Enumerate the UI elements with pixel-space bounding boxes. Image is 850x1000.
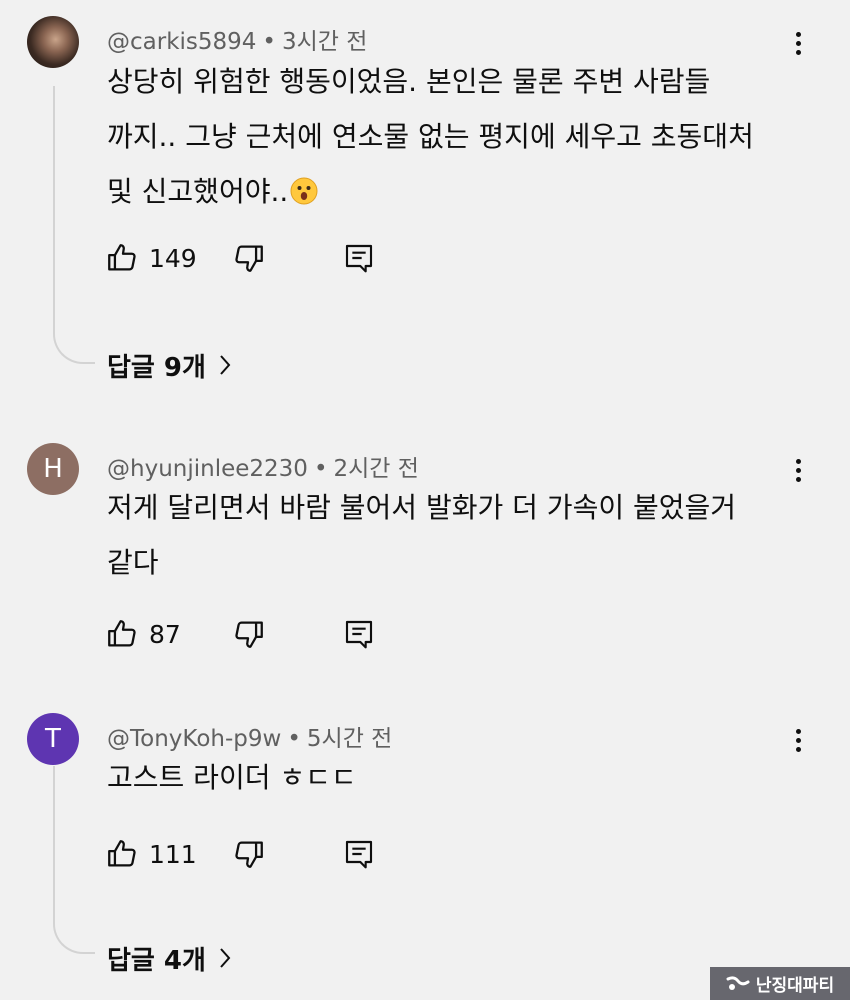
like-count: 87 bbox=[149, 619, 181, 649]
comment-text: 상당히 위험한 행동이었음. 본인은 물론 주변 사람들 까지.. 그냥 근처에… bbox=[107, 54, 797, 219]
replies-label: 답글 4개 bbox=[107, 945, 206, 976]
replies-label: 답글 9개 bbox=[107, 352, 206, 383]
reply-button[interactable] bbox=[343, 614, 375, 654]
meta-separator: • bbox=[287, 726, 301, 752]
like-count: 149 bbox=[149, 243, 197, 273]
watermark-text: 난징대파티 bbox=[755, 976, 835, 996]
comment-icon bbox=[345, 620, 373, 649]
comment-time: 5시간 전 bbox=[306, 726, 393, 752]
watermark: 난징대파티 bbox=[710, 967, 850, 1000]
comment-line: 고스트 라이더 ㅎㄷㄷ bbox=[107, 761, 357, 794]
author-name[interactable]: @carkis5894 bbox=[107, 29, 256, 55]
like-count: 111 bbox=[149, 839, 197, 869]
dislike-button[interactable] bbox=[232, 238, 266, 278]
avatar-letter: T bbox=[45, 724, 61, 754]
more-vertical-icon bbox=[795, 728, 801, 752]
reply-button[interactable] bbox=[343, 238, 375, 278]
meta-separator: • bbox=[262, 29, 276, 55]
avatar[interactable]: T bbox=[27, 713, 79, 765]
hushed-face-icon bbox=[290, 177, 318, 205]
more-vertical-icon bbox=[795, 31, 801, 55]
dislike-button[interactable] bbox=[232, 614, 266, 654]
comment-line: 같다 bbox=[107, 546, 159, 579]
comment-meta: @TonyKoh-p9w • 5시간 전 bbox=[107, 719, 392, 753]
comment-text: 저게 달리면서 바람 불어서 발화가 더 가속이 붙었을거 같다 bbox=[107, 480, 797, 590]
like-button[interactable]: 87 bbox=[105, 614, 181, 654]
watermark-logo-icon bbox=[726, 975, 750, 990]
avatar[interactable] bbox=[27, 16, 79, 68]
chevron-right-icon bbox=[220, 355, 231, 375]
thumbs-up-icon bbox=[108, 244, 136, 271]
thumbs-up-icon bbox=[108, 620, 136, 647]
like-button[interactable]: 149 bbox=[105, 238, 197, 278]
thumbs-up-icon bbox=[108, 840, 136, 867]
comment-icon bbox=[345, 244, 373, 273]
avatar[interactable]: H bbox=[27, 443, 79, 495]
thread-line bbox=[53, 86, 95, 364]
like-button[interactable]: 111 bbox=[105, 834, 197, 874]
comment-actions: 111 bbox=[105, 834, 405, 874]
view-replies-button[interactable]: 답글 9개 bbox=[107, 345, 232, 385]
avatar-letter: H bbox=[43, 454, 63, 484]
chevron-right-icon bbox=[220, 948, 231, 968]
comment-actions: 87 bbox=[105, 614, 405, 654]
comment-line: 상당히 위험한 행동이었음. 본인은 물론 주변 사람들 bbox=[107, 65, 711, 98]
thread-line bbox=[53, 766, 95, 954]
comments-page: @carkis5894 • 3시간 전 상당히 위험한 행동이었음. 본인은 물론 … bbox=[0, 0, 850, 1000]
comment-line: 및 신고했어야.. bbox=[107, 164, 797, 219]
comment-icon bbox=[345, 840, 373, 869]
comment-meta: @hyunjinlee2230 • 2시간 전 bbox=[107, 449, 419, 483]
meta-separator: • bbox=[313, 456, 328, 482]
thumbs-down-icon bbox=[235, 245, 263, 272]
comment-actions: 149 bbox=[105, 238, 405, 278]
author-name[interactable]: @TonyKoh-p9w bbox=[107, 726, 281, 752]
author-name[interactable]: @hyunjinlee2230 bbox=[107, 456, 308, 482]
thumbs-down-icon bbox=[235, 841, 263, 868]
comment-line: 까지.. 그냥 근처에 연소물 없는 평지에 세우고 초동대처 bbox=[107, 120, 754, 153]
dislike-button[interactable] bbox=[232, 834, 266, 874]
comment-meta: @carkis5894 • 3시간 전 bbox=[107, 22, 367, 56]
comment-line: 저게 달리면서 바람 불어서 발화가 더 가속이 붙었을거 bbox=[107, 491, 737, 524]
comment-time: 3시간 전 bbox=[282, 29, 368, 55]
view-replies-button[interactable]: 답글 4개 bbox=[107, 938, 232, 978]
reply-button[interactable] bbox=[343, 834, 375, 874]
more-vertical-icon bbox=[795, 458, 801, 482]
comment-time: 2시간 전 bbox=[333, 456, 419, 482]
thumbs-down-icon bbox=[235, 621, 263, 648]
comment-text: 고스트 라이더 ㅎㄷㄷ bbox=[107, 750, 797, 805]
